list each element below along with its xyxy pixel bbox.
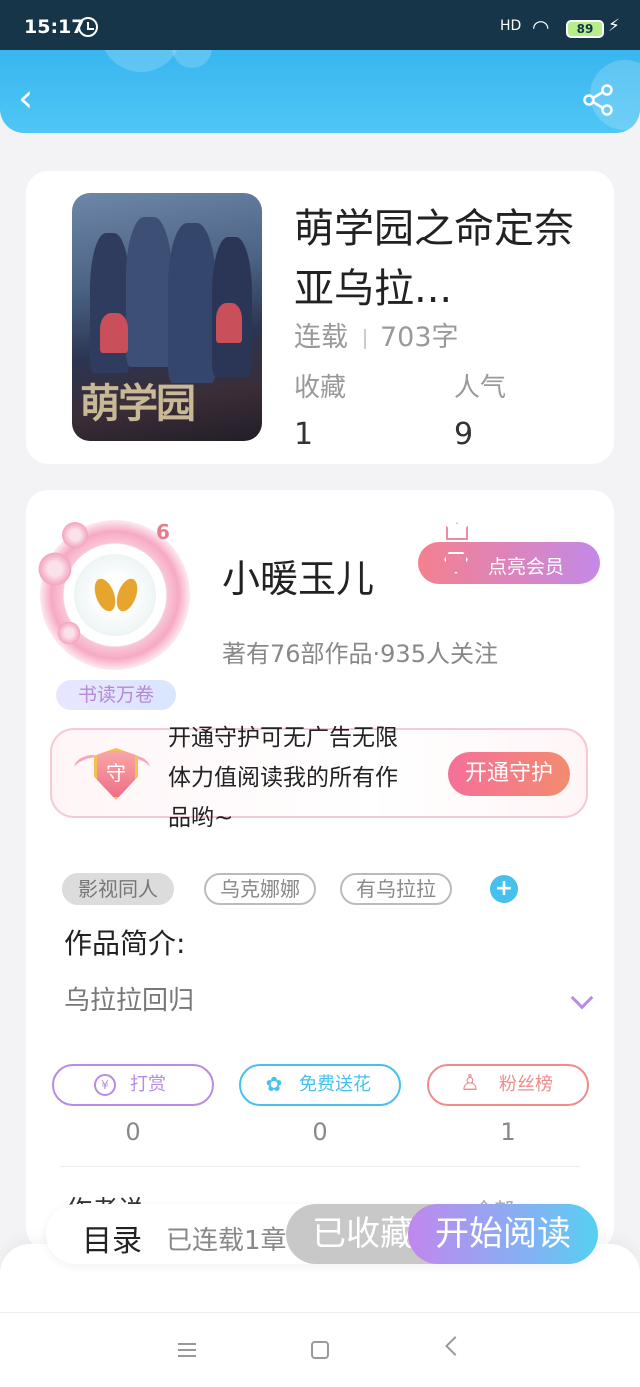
cover-figure — [100, 313, 128, 353]
tag-item[interactable]: 乌克娜娜 — [204, 873, 316, 905]
vip-button[interactable]: 点亮会员 — [418, 542, 600, 584]
favorites-value: 1 — [294, 417, 314, 452]
status-bar: 15:17 HD ◠ 89 ⚡ — [0, 0, 640, 50]
guard-promo-text: 开通守护可无广告无限体力值阅读我的所有作品哟~ — [168, 725, 398, 831]
vip-button-label: 点亮会员 — [488, 556, 565, 578]
author-name: 小暖玉儿 — [222, 557, 375, 601]
meta-divider — [364, 328, 366, 349]
popularity-label: 人气 — [454, 373, 507, 403]
back-arrow-icon[interactable]: ‹ — [18, 79, 52, 120]
guard-button[interactable]: 开通守护 — [448, 752, 570, 796]
send-flower-label: 免费送花 — [299, 1074, 371, 1095]
avatar-decoration — [90, 575, 120, 615]
flower-count: 0 — [312, 1118, 328, 1146]
top-header: 15:17 HD ◠ 89 ⚡ ‹ — [0, 0, 640, 133]
coin-icon: ¥ — [94, 1074, 116, 1096]
book-info-card: 萌学园 萌学园之命定奈亚乌拉... 连载 703字 收藏 人气 1 9 — [26, 171, 614, 464]
fan-count: 1 — [500, 1118, 516, 1146]
status-time: 15:17 — [24, 16, 85, 38]
divider — [60, 1166, 580, 1167]
cover-figure — [126, 217, 172, 367]
book-cover[interactable]: 萌学园 — [72, 193, 262, 441]
popularity-value: 9 — [454, 417, 474, 452]
book-status: 连载 — [294, 322, 348, 353]
fan-ranking-button[interactable]: ♙ 粉丝榜 — [427, 1064, 589, 1106]
cover-figure — [168, 223, 216, 383]
avatar-decoration — [112, 575, 142, 615]
author-card: 6 书读万卷 小暖玉儿 点亮会员 著有76部作品·935人关注 守 开通守护可无… — [26, 490, 614, 1250]
user-icon: ♙ — [460, 1071, 480, 1096]
cover-logo-text: 萌学园 — [80, 381, 196, 427]
flower-decoration-icon — [36, 550, 74, 588]
favorites-label: 收藏 — [294, 373, 347, 403]
author-level: 6 — [156, 520, 170, 544]
intro-title: 作品简介: — [64, 927, 186, 960]
shield-icon: 守 — [94, 748, 138, 800]
author-title-badge: 书读万卷 — [56, 680, 176, 710]
charging-icon: ⚡ — [608, 16, 620, 36]
wifi-icon: ◠ — [532, 15, 550, 39]
author-stats: 著有76部作品·935人关注 — [222, 640, 498, 668]
diamond-icon — [444, 552, 468, 574]
chevron-down-icon[interactable] — [570, 986, 594, 1010]
book-title: 萌学园之命定奈亚乌拉... — [294, 206, 574, 312]
add-tag-icon[interactable]: + — [490, 875, 518, 903]
back-icon[interactable] — [445, 1336, 465, 1356]
guard-promo: 守 开通守护可无广告无限体力值阅读我的所有作品哟~ 开通守护 — [50, 725, 588, 831]
system-navigation-bar — [0, 1312, 640, 1387]
chapter-count: 已连载1章 — [166, 1226, 287, 1256]
tip-button-label: 打赏 — [130, 1074, 166, 1095]
flower-decoration-icon — [56, 620, 82, 646]
tip-button[interactable]: ¥ 打赏 — [52, 1064, 214, 1106]
book-meta: 连载 703字 — [294, 315, 459, 354]
bottom-action-bar: 目录 已连载1章 已收藏 开始阅读 — [46, 1204, 598, 1264]
crown-icon — [446, 522, 468, 540]
signal-icon: HD — [500, 18, 522, 34]
alarm-icon — [78, 17, 98, 37]
flower-decoration-icon — [60, 520, 90, 550]
flower-icon: ✿ — [265, 1072, 283, 1096]
tag-item[interactable]: 有乌拉拉 — [340, 873, 452, 905]
menu-icon[interactable] — [178, 1343, 196, 1357]
avatar-image — [74, 554, 156, 636]
battery-icon: 89 — [566, 20, 604, 38]
cover-figure — [216, 303, 242, 343]
table-of-contents-button[interactable]: 目录 — [82, 1216, 142, 1260]
share-icon[interactable] — [580, 82, 616, 118]
fan-ranking-label: 粉丝榜 — [499, 1074, 553, 1095]
tag-item[interactable]: 影视同人 — [62, 873, 174, 905]
send-flower-button[interactable]: ✿ 免费送花 — [239, 1064, 401, 1106]
intro-body: 乌拉拉回归 — [64, 986, 195, 1016]
start-reading-button[interactable]: 开始阅读 — [408, 1204, 598, 1264]
book-word-count: 703字 — [380, 322, 459, 353]
tip-count: 0 — [125, 1118, 141, 1146]
home-icon[interactable] — [311, 1341, 329, 1359]
